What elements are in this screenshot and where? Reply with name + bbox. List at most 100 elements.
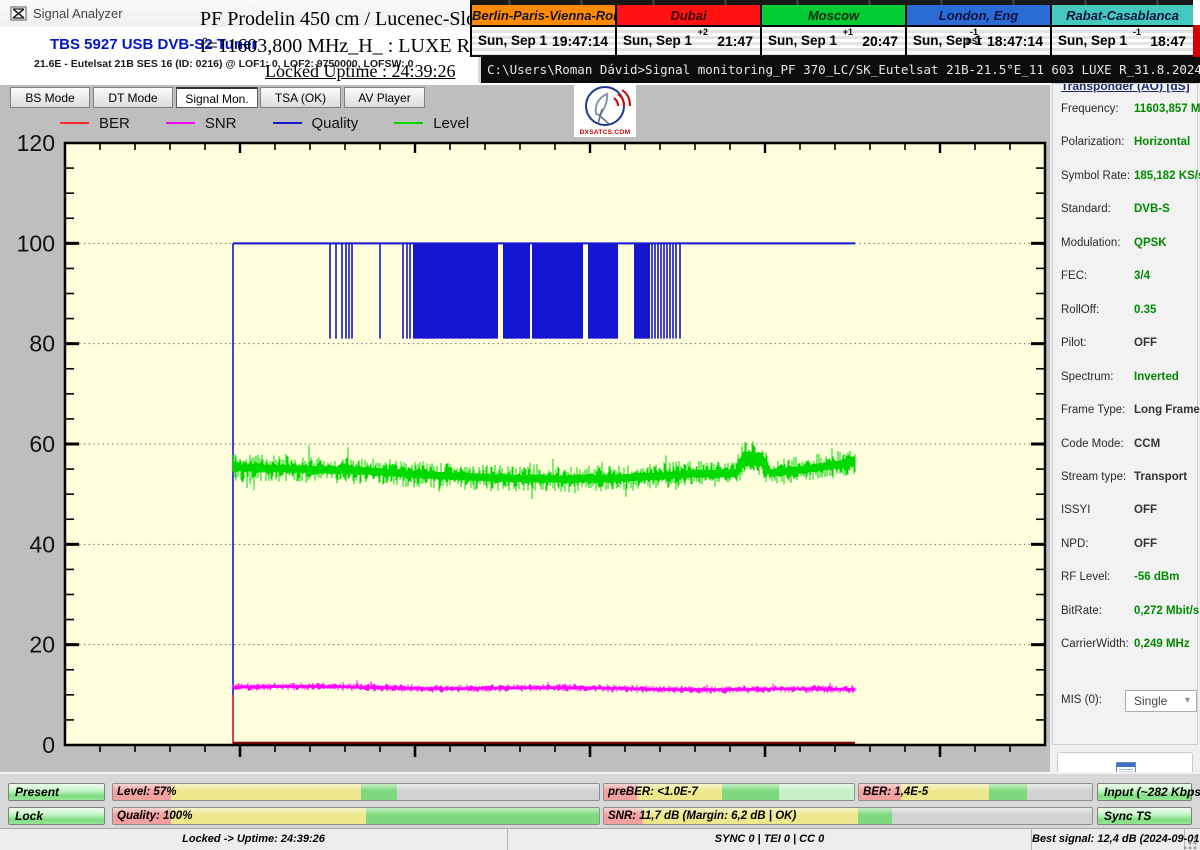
tab-bs-mode[interactable]: BS Mode <box>10 87 90 108</box>
clock-city-label: Moscow <box>762 5 905 27</box>
statusbar-best-signal: Best signal: 12,4 dB (2024-09-01 16:11) <box>1032 829 1185 850</box>
transponder-value: Horizontal <box>1134 136 1190 148</box>
bar-segment <box>361 784 397 800</box>
level-bar: Level: 57% <box>112 783 600 801</box>
clock-utc-offset: +1 <box>843 28 853 37</box>
transponder-row-polarization-: Polarization: Horizontal <box>1061 136 1195 152</box>
transponder-label: CarrierWidth: <box>1061 638 1129 650</box>
world-clocks: Berlin-Paris-Vienna-RomaSun, Sep 119:47:… <box>470 0 1193 57</box>
tab-dt-mode[interactable]: DT Mode <box>93 87 173 108</box>
terminal-line: C:\Users\Roman Dávid>Signal monitoring_P… <box>478 57 1200 83</box>
transponder-value: Inverted <box>1134 371 1179 383</box>
ber-bar: BER: 1,4E-5 <box>858 783 1093 801</box>
transponder-value: DVB-S <box>1134 203 1170 215</box>
bar-segment <box>722 784 780 800</box>
resize-grip[interactable] <box>1184 835 1198 849</box>
transponder-row-symbol-rate-: Symbol Rate:185,182 KS/s <box>1061 170 1195 186</box>
transponder-label: Frequency: <box>1061 103 1119 115</box>
clock-date: Sun, Sep 1 <box>1058 33 1127 48</box>
bar-segment <box>779 784 854 800</box>
transponder-value: 0.35 <box>1134 304 1156 316</box>
transponder-row-carrierwidth-: CarrierWidth: 0,249 MHz <box>1061 638 1195 654</box>
transponder-value: 11603,857 MHz <box>1134 103 1200 115</box>
transponder-row-frequency-: Frequency:11603,857 MHz <box>1061 103 1195 119</box>
transponder-row-modulation-: Modulation:QPSK <box>1061 237 1195 253</box>
mis-selected-value: Single <box>1134 694 1167 708</box>
present-indicator: Present <box>8 783 105 801</box>
transponder-value: Transport <box>1134 471 1187 483</box>
statusbar-uptime: Locked -> Uptime: 24:39:26 <box>0 829 508 850</box>
signal-monitor-chart: 020406080100120 <box>0 106 1050 772</box>
dxsatcs-logo-text: DXSATCS.COM <box>574 129 636 136</box>
transponder-label: FEC: <box>1061 270 1087 282</box>
clock-time: 18:47 <box>1150 33 1186 49</box>
chart-zone: BS ModeDT ModeSignal Mon.TSA (OK)AV Play… <box>0 83 1050 772</box>
preber-bar-label: preBER: <1.0E-7 <box>608 784 698 800</box>
input-bitrate-indicator: Input (~282 Kbps) <box>1097 783 1192 801</box>
transponder-value: CCM <box>1134 438 1160 450</box>
preber-bar: preBER: <1.0E-7 <box>603 783 855 801</box>
clock-utc-offset: +2 <box>698 28 708 37</box>
clock-date: Sun, Sep 1 <box>478 33 547 48</box>
clock-time-row: Sun, Sep 1 -1 18:47 <box>1052 27 1193 55</box>
transponder-value: OFF <box>1134 538 1157 550</box>
ber-bar-label: BER: 1,4E-5 <box>863 784 928 800</box>
titlebar: Signal Analyzer <box>0 0 478 27</box>
svg-text:0: 0 <box>42 732 55 758</box>
transponder-value: 185,182 KS/s <box>1134 170 1200 182</box>
transponder-value: OFF <box>1134 337 1157 349</box>
clock-dubai: Dubai Sun, Sep 1 +2 21:47 <box>615 5 760 57</box>
clock-time-row: Sun, Sep 1-1DST18:47:14 <box>907 27 1050 55</box>
clock-berlin-paris-vienna-roma: Berlin-Paris-Vienna-RomaSun, Sep 119:47:… <box>470 5 615 57</box>
mis-label: MIS (0): <box>1061 694 1102 706</box>
transponder-label: Symbol Rate: <box>1061 170 1130 182</box>
transponder-row-issyi: ISSYI OFF <box>1061 504 1195 520</box>
chevron-down-icon: ▾ <box>1185 691 1190 711</box>
tab-signal-mon-[interactable]: Signal Mon. <box>176 87 258 108</box>
signal-analyzer-icon <box>10 5 27 22</box>
transponder-row-spectrum-: Spectrum: Inverted <box>1061 371 1195 387</box>
transponder-value: 3/4 <box>1134 270 1150 282</box>
transponder-label: Frame Type: <box>1061 404 1125 416</box>
clock-utc-offset: -1 <box>1133 28 1141 37</box>
mis-dropdown[interactable]: Single ▾ <box>1125 690 1197 712</box>
clock-time-row: Sun, Sep 1 +2 21:47 <box>617 27 760 55</box>
transponder-value: Long Frame <box>1134 404 1200 416</box>
transponder-label: RF Level: <box>1061 571 1110 583</box>
clock-time: 20:47 <box>862 33 898 49</box>
signal-analyzer-window: Signal Analyzer TBS 5927 USB DVB-S2 Tune… <box>0 0 1200 850</box>
transponder-label: Polarization: <box>1061 136 1124 148</box>
tab-tsa-ok-[interactable]: TSA (OK) <box>260 87 341 108</box>
transponder-value: 0,249 MHz <box>1134 638 1190 650</box>
status-bars-zone: PresentLockLevel: 57%Quality: 100%preBER… <box>0 772 1200 828</box>
tuner-detail: 21.6E - Eutelsat 21B SES 16 (ID: 0216) @… <box>34 58 413 70</box>
transponder-row-rolloff-: RollOff:0.35 <box>1061 304 1195 320</box>
transponder-value: -56 dBm <box>1134 571 1179 583</box>
transponder-label: Pilot: <box>1061 337 1087 349</box>
transponder-label: Code Mode: <box>1061 438 1124 450</box>
clock-time: 21:47 <box>717 33 753 49</box>
clock-city-label: London, Eng <box>907 5 1050 27</box>
clock-city-label: Dubai <box>617 5 760 27</box>
transponder-row-frame-type-: Frame Type:Long Frame <box>1061 404 1195 420</box>
clock-city-label: Berlin-Paris-Vienna-Roma <box>472 5 615 27</box>
snr-bar-label: SNR: 11,7 dB (Margin: 6,2 dB | OK) <box>608 808 796 824</box>
transponder-row-pilot-: Pilot: OFF <box>1061 337 1195 353</box>
transponder-label: Spectrum: <box>1061 371 1113 383</box>
svg-text:80: 80 <box>29 331 55 357</box>
transponder-row-bitrate-: BitRate:0,272 Mbit/s <box>1061 605 1195 621</box>
clock-moscow: Moscow Sun, Sep 1 +1 20:47 <box>760 5 905 57</box>
transponder-panel: Transponder (AO) [dS] Frequency:11603,85… <box>1052 83 1198 745</box>
svg-text:20: 20 <box>29 632 55 658</box>
transponder-label: ISSYI <box>1061 504 1090 516</box>
clock-date: Sun, Sep 1 <box>623 33 692 48</box>
transponder-label: Standard: <box>1061 203 1111 215</box>
tab-av-player[interactable]: AV Player <box>344 87 425 108</box>
transponder-label: Modulation: <box>1061 237 1120 249</box>
svg-text:120: 120 <box>17 130 55 156</box>
snr-bar: SNR: 11,7 dB (Margin: 6,2 dB | OK) <box>603 807 1093 825</box>
clock-date: Sun, Sep 1 <box>768 33 837 48</box>
statusbar-sync-counters: SYNC 0 | TEI 0 | CC 0 <box>508 829 1032 850</box>
transponder-value: OFF <box>1134 504 1157 516</box>
transponder-value: 0,272 Mbit/s <box>1134 605 1199 617</box>
